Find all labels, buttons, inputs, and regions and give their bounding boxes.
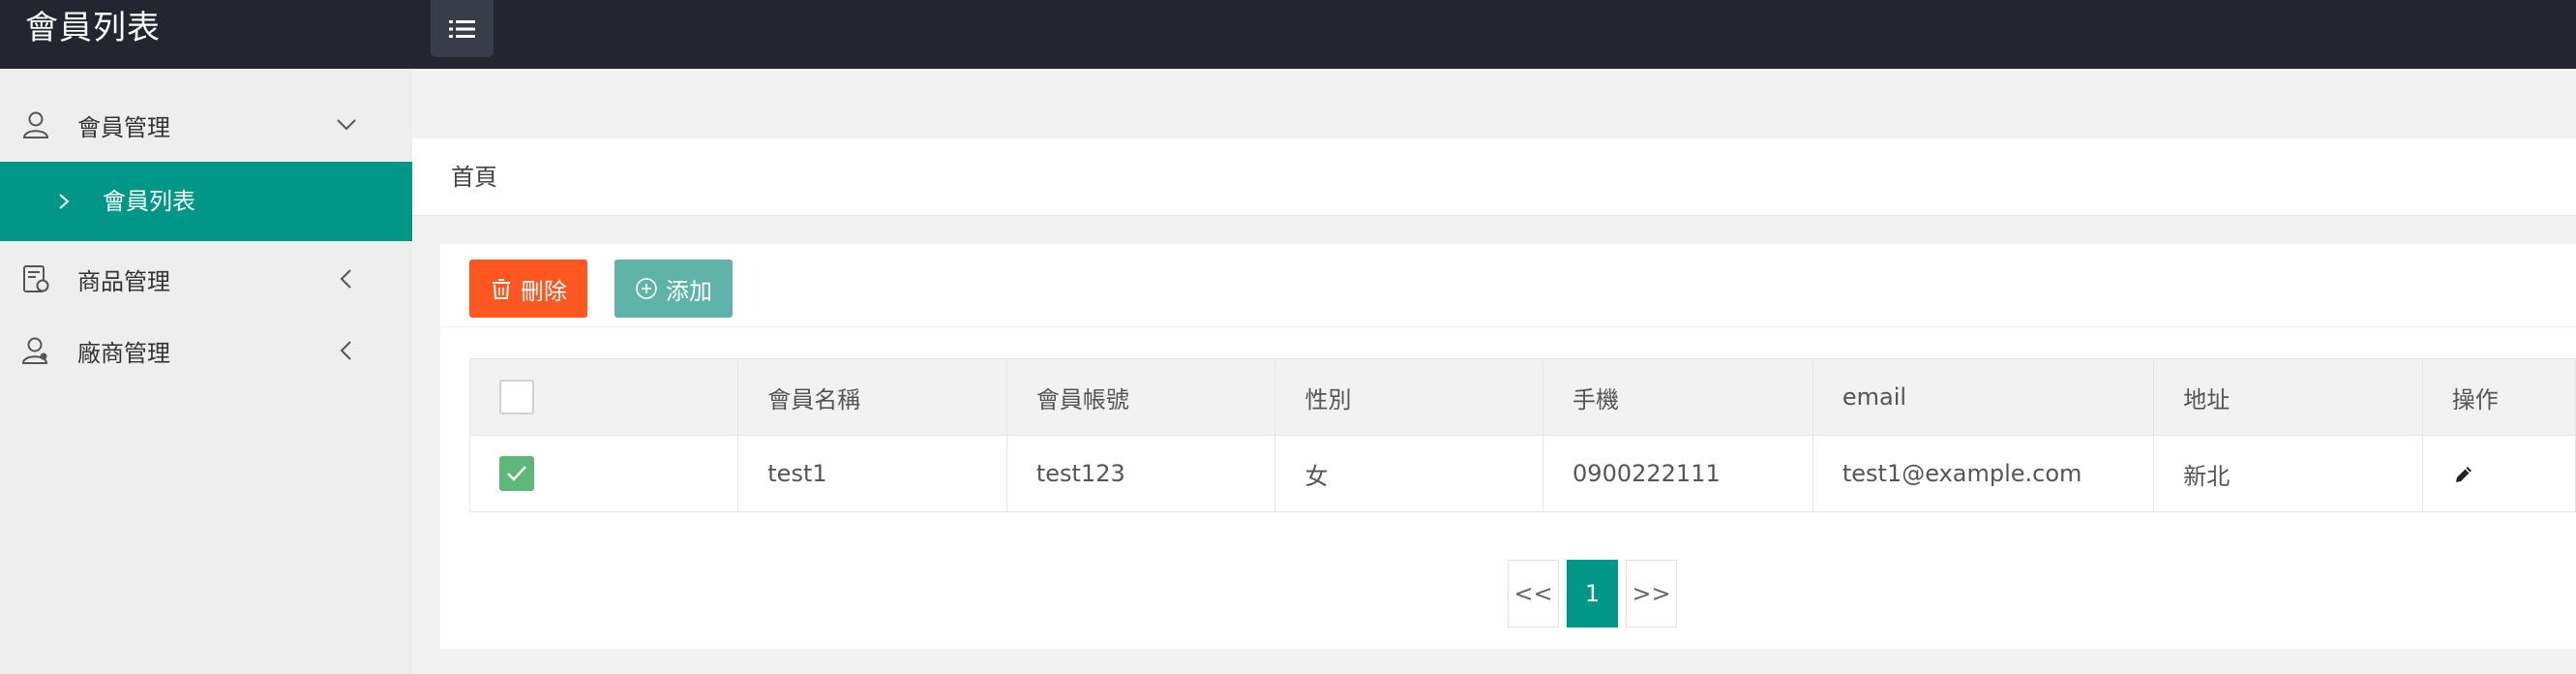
column-header: 性別 bbox=[1274, 358, 1544, 436]
table-row: test1 test123 女 0900222111 test1@example… bbox=[468, 435, 2576, 512]
user-icon bbox=[22, 111, 49, 138]
sidebar-item-label: 商品管理 bbox=[77, 267, 170, 295]
add-button-label: 添加 bbox=[666, 277, 712, 305]
sidebar-item-product-management[interactable]: 商品管理 bbox=[0, 243, 412, 315]
app-title: 會員列表 bbox=[25, 9, 161, 47]
member-table: 會員名稱 會員帳號 性別 手機 email 地址 操作 test1 test12… bbox=[468, 358, 2576, 512]
delete-button[interactable]: 刪除 bbox=[469, 260, 587, 318]
page-number-button[interactable]: 1 bbox=[1567, 560, 1618, 628]
cell-email: test1@example.com bbox=[1812, 435, 2155, 512]
table-header-row: 會員名稱 會員帳號 性別 手機 email 地址 操作 bbox=[468, 358, 2576, 436]
prev-page-button[interactable]: << bbox=[1508, 560, 1559, 628]
vendor-icon bbox=[21, 337, 48, 364]
cell-address: 新北 bbox=[2153, 435, 2423, 512]
cell-member-name: test1 bbox=[737, 435, 1007, 512]
chevron-down-icon bbox=[337, 119, 356, 131]
column-header: 地址 bbox=[2153, 358, 2423, 436]
sidebar-subitem-label: 會員列表 bbox=[103, 188, 195, 215]
member-list-panel: 刪除 添加 會員名稱 會員帳號 性別 手機 email 地址 操作 test1 … bbox=[440, 244, 2576, 649]
column-header: email bbox=[1812, 358, 2155, 436]
pencil-icon[interactable] bbox=[2452, 463, 2475, 486]
cell-phone: 0900222111 bbox=[1543, 435, 1813, 512]
chevron-left-icon bbox=[340, 269, 351, 289]
menu-toggle-button[interactable] bbox=[431, 0, 494, 57]
toolbar-divider bbox=[440, 326, 2576, 327]
row-checkbox[interactable] bbox=[499, 456, 534, 491]
column-header: 手機 bbox=[1543, 358, 1813, 436]
trash-icon bbox=[493, 279, 510, 299]
sidebar-item-member-list[interactable]: 會員列表 bbox=[0, 162, 412, 241]
breadcrumb: 首頁 bbox=[412, 138, 2576, 216]
cell-gender: 女 bbox=[1274, 435, 1544, 512]
cell-member-account: test123 bbox=[1005, 435, 1276, 512]
sidebar-item-vendor-management[interactable]: 廠商管理 bbox=[0, 315, 412, 386]
list-icon bbox=[448, 19, 475, 38]
plus-circle-icon bbox=[636, 278, 657, 299]
cell-actions bbox=[2421, 435, 2576, 512]
breadcrumb-home-link[interactable]: 首頁 bbox=[451, 138, 497, 216]
product-icon bbox=[23, 265, 49, 292]
pagination: << 1 >> bbox=[1508, 560, 1677, 628]
top-bar: 會員列表 bbox=[0, 0, 2576, 69]
column-header: 操作 bbox=[2421, 358, 2576, 436]
sidebar-item-member-management[interactable]: 會員管理 bbox=[0, 89, 412, 161]
select-all-checkbox[interactable] bbox=[499, 380, 534, 414]
chevron-right-icon bbox=[59, 194, 70, 209]
chevron-left-icon bbox=[340, 341, 351, 360]
add-button[interactable]: 添加 bbox=[614, 260, 733, 318]
column-header: 會員帳號 bbox=[1005, 358, 1276, 436]
sidebar: 會員管理 會員列表 商品管理 廠商管理 bbox=[0, 69, 412, 674]
sidebar-item-label: 廠商管理 bbox=[77, 339, 170, 367]
column-header: 會員名稱 bbox=[737, 358, 1007, 436]
next-page-button[interactable]: >> bbox=[1626, 560, 1677, 628]
row-checkbox-cell bbox=[468, 435, 739, 512]
sidebar-item-label: 會員管理 bbox=[77, 113, 170, 141]
delete-button-label: 刪除 bbox=[521, 277, 567, 305]
check-icon bbox=[507, 466, 526, 481]
header-checkbox-cell bbox=[468, 358, 739, 436]
